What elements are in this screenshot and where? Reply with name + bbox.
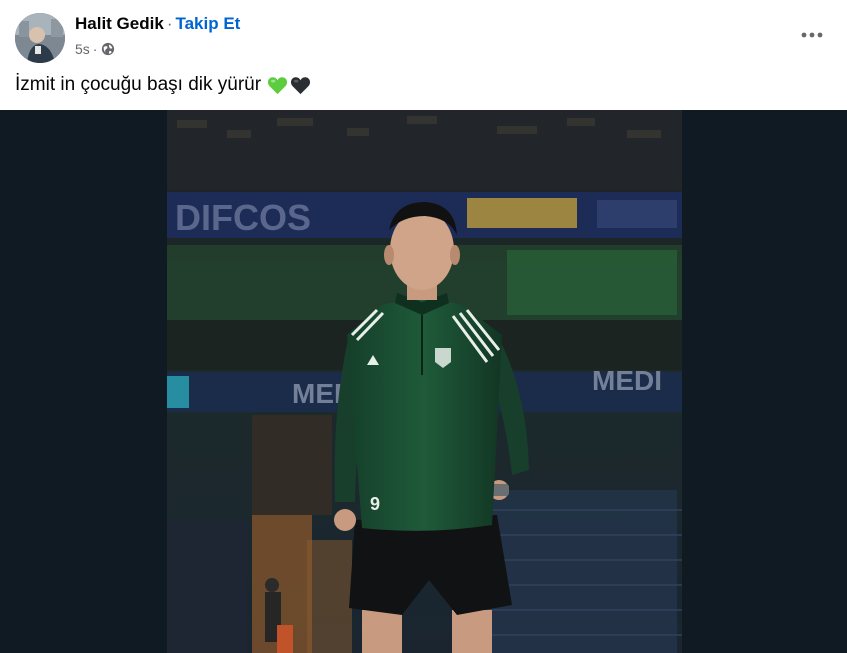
stadium-banner-top: DIFCOS (175, 197, 311, 238)
green-heart-icon (268, 76, 288, 94)
more-options-icon[interactable] (796, 20, 828, 50)
post-media: DIFCOS MEDI MEDI 9 (0, 110, 847, 653)
post-photo[interactable]: DIFCOS MEDI MEDI 9 (167, 110, 682, 653)
caption-emojis (267, 76, 311, 95)
caption-text: İzmit in çocuğu başı dik yürür (15, 74, 262, 95)
photo-illustration: DIFCOS MEDI MEDI 9 (167, 110, 682, 653)
globe-icon[interactable] (101, 42, 115, 56)
avatar-image (15, 13, 65, 63)
post-meta: 5s · (75, 40, 115, 58)
post-header: Halit Gedik · Takip Et 5s · İzmit in çocuğ… (0, 0, 847, 110)
jersey-number: 9 (370, 494, 380, 514)
meta-separator: · (92, 41, 98, 57)
author-avatar[interactable] (15, 13, 65, 63)
post-caption: İzmit in çocuğu başı dik yürür (15, 72, 311, 98)
stadium-banner-mid-right: MEDI (592, 365, 662, 396)
author-line: Halit Gedik · Takip Et (75, 14, 240, 34)
author-name[interactable]: Halit Gedik (75, 14, 164, 33)
black-heart-icon (291, 76, 311, 94)
name-separator: · (166, 14, 173, 33)
post-timestamp[interactable]: 5s (75, 40, 90, 58)
follow-button[interactable]: Takip Et (175, 14, 240, 33)
